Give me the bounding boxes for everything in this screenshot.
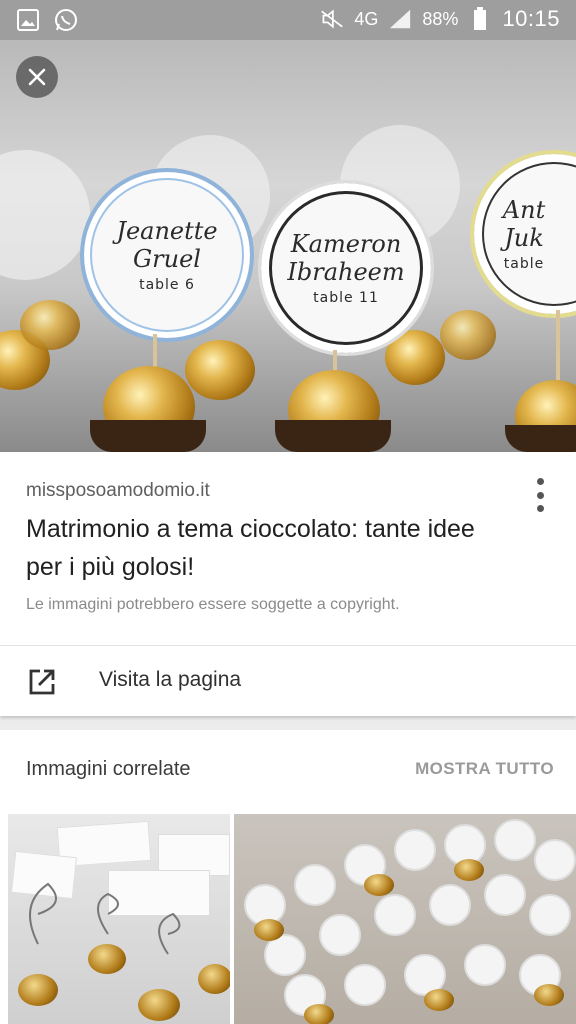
tag-name: Kameron — [290, 230, 402, 258]
mute-icon — [320, 7, 344, 31]
tag-table: table 11 — [313, 290, 379, 306]
chocolate — [364, 874, 394, 896]
mini-tag — [374, 894, 416, 936]
close-button[interactable] — [16, 56, 58, 98]
mini-tag — [529, 894, 571, 936]
whatsapp-icon — [54, 8, 78, 32]
dot-icon — [536, 505, 544, 512]
battery-percent: 88% — [422, 8, 459, 29]
gallery-icon — [16, 8, 40, 32]
tag-stick — [556, 310, 560, 390]
tag-table: table — [503, 256, 545, 272]
dot-icon — [536, 478, 544, 485]
chocolate — [254, 919, 284, 941]
tag-name: Gruel — [133, 245, 201, 273]
background-tag — [0, 150, 90, 280]
more-options-button[interactable] — [534, 478, 546, 512]
visit-page-button[interactable]: Visita la pagina — [0, 646, 576, 716]
show-all-button[interactable]: MOSTRA TUTTO — [415, 759, 554, 779]
mini-tag — [464, 944, 506, 986]
chocolate — [138, 989, 180, 1021]
open-external-icon — [26, 666, 58, 698]
related-images-heading: Immagini correlate — [26, 758, 191, 780]
tag-table: table 6 — [139, 277, 195, 293]
chocolate — [424, 989, 454, 1011]
status-bar: 4G 88% 10:15 — [0, 0, 576, 40]
close-icon — [28, 68, 46, 86]
related-images-section: Immagini correlate MOSTRA TUTTO — [0, 730, 576, 1024]
tag-name: Juk — [504, 224, 544, 252]
mini-tag — [429, 884, 471, 926]
mini-tag — [344, 964, 386, 1006]
place-card-tag: Kameron Ibraheem table 11 — [258, 180, 434, 356]
chocolate-cup — [505, 425, 576, 452]
related-thumbnail[interactable] — [234, 814, 576, 1024]
visit-page-label: Visita la pagina — [99, 668, 242, 691]
tag-name: Ibraheem — [287, 258, 405, 286]
chocolate — [534, 984, 564, 1006]
image-title[interactable]: Matrimonio a tema cioccolato: tante idee… — [26, 510, 516, 586]
dot-icon — [536, 491, 544, 499]
mini-tag — [294, 864, 336, 906]
network-type: 4G — [354, 8, 379, 29]
place-card-tag: Jeanette Gruel table 6 — [80, 168, 254, 342]
source-domain[interactable]: missposoamodomio.it — [26, 480, 210, 502]
tag-name: Jeanette — [116, 217, 218, 245]
chocolate — [304, 1004, 334, 1024]
chocolate-cup — [275, 420, 391, 452]
chocolate — [454, 859, 484, 881]
battery-icon — [468, 7, 492, 31]
mini-tag — [484, 874, 526, 916]
related-thumbnail[interactable] — [8, 814, 230, 1024]
clock: 10:15 — [502, 6, 560, 31]
mini-tag — [394, 829, 436, 871]
image-info-card: missposoamodomio.it Matrimonio a tema ci… — [0, 452, 576, 716]
mini-tag — [494, 819, 536, 861]
copyright-notice: Le immagini potrebbero essere soggette a… — [26, 596, 400, 613]
chocolate — [88, 944, 126, 974]
chocolate — [185, 340, 255, 400]
chocolate — [440, 310, 496, 360]
tag-name: Ant — [502, 196, 546, 224]
chocolate — [198, 964, 230, 994]
signal-icon — [388, 7, 412, 31]
chocolate — [20, 300, 80, 350]
hero-image[interactable]: Jeanette Gruel table 6 Kameron Ibraheem … — [0, 40, 576, 452]
chocolate-cup — [90, 420, 206, 452]
place-card-tag: Ant Juk table — [470, 150, 576, 318]
mini-tag — [319, 914, 361, 956]
chocolate — [18, 974, 58, 1006]
mini-tag — [534, 839, 576, 881]
